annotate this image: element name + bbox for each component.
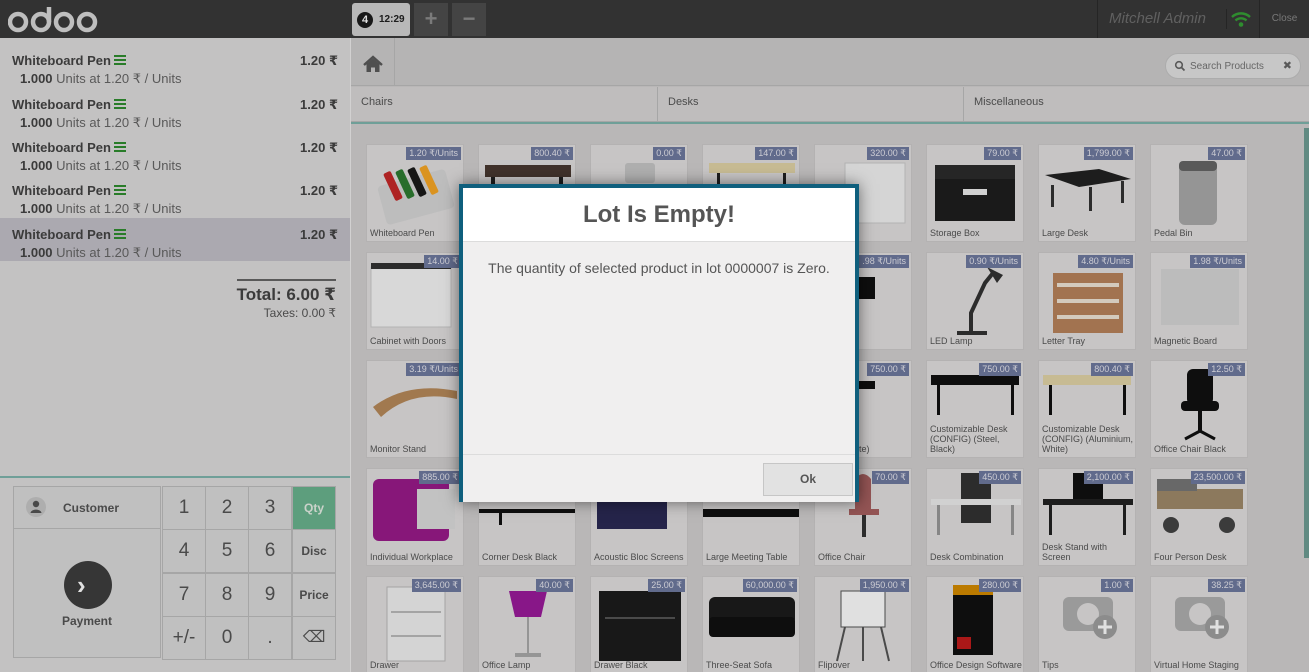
lot-empty-dialog: Lot Is Empty! The quantity of selected p… xyxy=(459,184,859,502)
dialog-message: The quantity of selected product in lot … xyxy=(488,260,830,276)
dialog-footer: Ok xyxy=(463,454,855,502)
dialog-title: Lot Is Empty! xyxy=(463,188,855,242)
ok-button[interactable]: Ok xyxy=(763,463,853,496)
